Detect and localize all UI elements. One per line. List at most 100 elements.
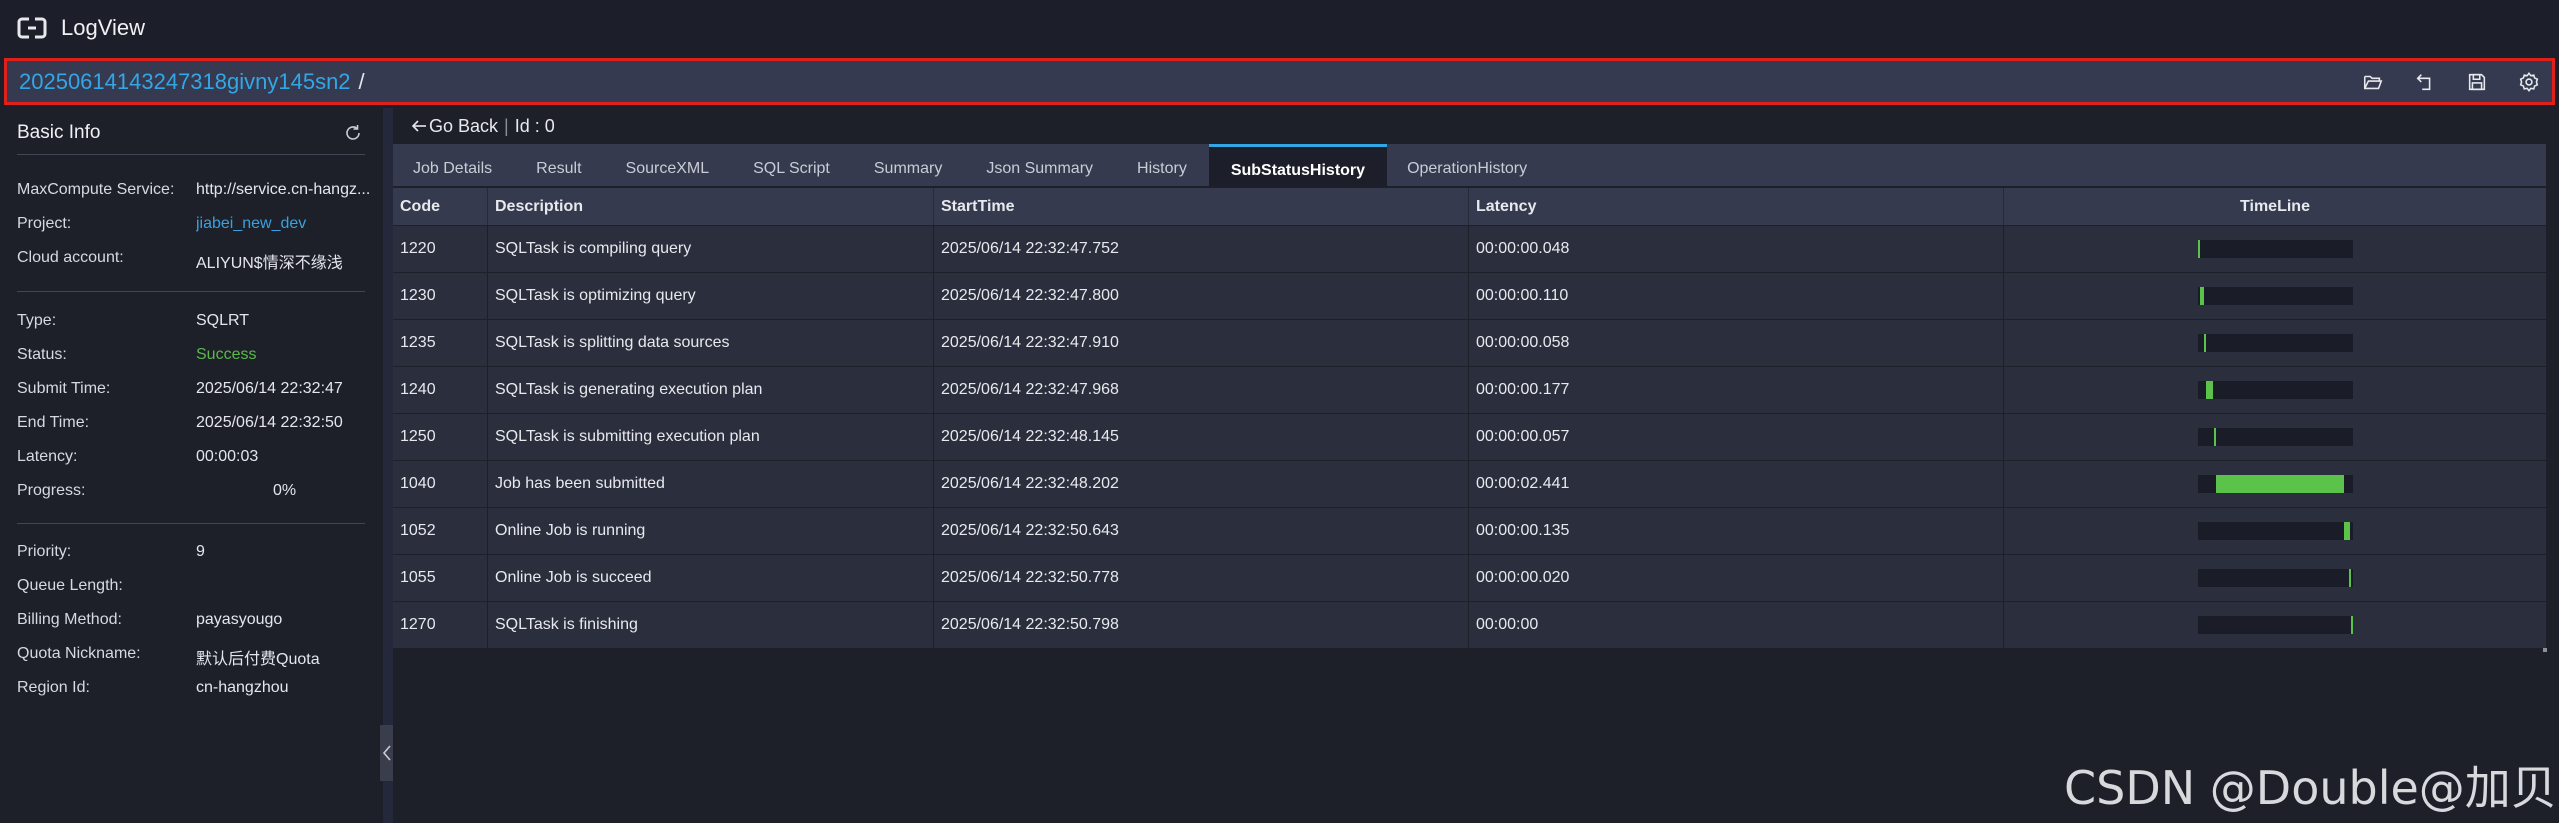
- cell-description: SQLTask is compiling query: [488, 226, 934, 272]
- cell-timeline: [2004, 602, 2546, 648]
- timeline-bar: [2348, 569, 2351, 587]
- info-field-value: 2025/06/14 22:32:47: [196, 380, 343, 397]
- info-field: Region Id: cn-hangzhou: [17, 679, 367, 701]
- save-icon: [2468, 73, 2486, 90]
- info-field: Status: Success: [17, 346, 367, 368]
- basic-info-panel: Basic Info MaxCompute Service: http://ser…: [0, 108, 380, 823]
- info-field-label: Latency:: [17, 448, 78, 465]
- return-icon: [2416, 73, 2431, 90]
- cell-description: SQLTask is optimizing query: [488, 273, 934, 319]
- timeline-bar: [2215, 475, 2344, 493]
- timeline-bar: [2199, 287, 2204, 305]
- chevron-left-icon: [382, 745, 391, 761]
- cell-timeline: [2004, 226, 2546, 272]
- table-resize-handle[interactable]: [2543, 648, 2547, 652]
- go-back-button[interactable]: Go Back: [411, 116, 498, 137]
- info-field: Quota Nickname: 默认后付费Quota: [17, 645, 367, 668]
- go-back-label: Go Back: [429, 115, 499, 136]
- collapse-sidebar-button[interactable]: [380, 725, 393, 781]
- refresh-icon[interactable]: [343, 123, 363, 143]
- cell-start: 2025/06/14 22:32:48.202: [934, 461, 1469, 507]
- table-body: 1220 SQLTask is compiling query 2025/06/14…: [393, 225, 2546, 648]
- info-field-value: 00:00:03: [196, 448, 259, 465]
- table-row: 1230 SQLTask is optimizing query 2025/06/1…: [393, 272, 2546, 319]
- timeline-track: [2197, 522, 2353, 540]
- cell-description: Online Job is succeed: [488, 555, 934, 601]
- cell-latency: 00:00:00.135: [1469, 508, 2004, 554]
- cell-timeline: [2004, 461, 2546, 507]
- cell-latency: 00:00:00.020: [1469, 555, 2004, 601]
- cell-start: 2025/06/14 22:32:47.752: [934, 226, 1469, 272]
- tab-history[interactable]: History: [1115, 144, 1209, 186]
- info-field-value: Success: [196, 346, 257, 363]
- arrow-left-icon: [411, 120, 426, 132]
- cell-code: 1235: [393, 320, 488, 366]
- cell-description: Online Job is running: [488, 508, 934, 554]
- column-header-starttime: StartTime: [934, 188, 1469, 225]
- info-field-label: Cloud account:: [17, 249, 124, 266]
- save-button[interactable]: [2464, 69, 2490, 95]
- info-field-label: Submit Time:: [17, 380, 111, 397]
- return-button[interactable]: [2412, 69, 2438, 95]
- timeline-track: [2197, 616, 2353, 634]
- info-field-label: Queue Length:: [17, 577, 123, 594]
- info-field: Submit Time: 2025/06/14 22:32:47: [17, 380, 367, 402]
- tab-substatushistory[interactable]: SubStatusHistory: [1208, 144, 1388, 186]
- sidebar-divider: [17, 523, 365, 524]
- cell-description: Job has been submitted: [488, 461, 934, 507]
- info-field: MaxCompute Service: http://service.cn-han…: [17, 181, 370, 203]
- cell-timeline: [2004, 320, 2546, 366]
- cell-latency: 00:00:00.177: [1469, 367, 2004, 413]
- cell-code: 1230: [393, 273, 488, 319]
- timeline-bar: [2213, 428, 2216, 446]
- info-field-label: Quota Nickname:: [17, 645, 141, 662]
- go-back-bar: Go Back | Id : 0: [411, 112, 555, 140]
- info-field-value: 0%: [273, 482, 297, 499]
- info-field-value[interactable]: jiabei_new_dev: [196, 215, 306, 233]
- table-row: 1052 Online Job is running 2025/06/14 22:3…: [393, 507, 2546, 554]
- column-header-latency: Latency: [1469, 188, 2004, 225]
- open-button[interactable]: [2360, 69, 2386, 95]
- cell-latency: 00:00:00.057: [1469, 414, 2004, 460]
- cell-start: 2025/06/14 22:32:47.910: [934, 320, 1469, 366]
- info-field-value: 2025/06/14 22:32:50: [196, 414, 343, 431]
- table-row: 1270 SQLTask is finishing 2025/06/14 22:32…: [393, 601, 2546, 648]
- tab-operationhistory[interactable]: OperationHistory: [1387, 144, 1547, 186]
- settings-button[interactable]: [2516, 69, 2542, 95]
- column-header-timeline: TimeLine: [2240, 197, 2310, 215]
- cell-latency: 00:00:02.441: [1469, 461, 2004, 507]
- column-header-description: Description: [488, 188, 934, 225]
- info-field-value: payasyougo: [196, 611, 283, 628]
- cell-latency: 00:00:00: [1469, 602, 2004, 648]
- tab-json-summary[interactable]: Json Summary: [964, 144, 1115, 186]
- cell-description: SQLTask is finishing: [488, 602, 934, 648]
- timeline-track: [2197, 475, 2353, 493]
- info-field: End Time: 2025/06/14 22:32:50: [17, 414, 367, 436]
- path-separator: /: [358, 68, 365, 94]
- toolbar: [2334, 61, 2552, 102]
- cell-description: SQLTask is generating execution plan: [488, 367, 934, 413]
- cell-start: 2025/06/14 22:32:48.145: [934, 414, 1469, 460]
- tab-job-details[interactable]: Job Details: [393, 144, 514, 186]
- info-field: Priority: 9: [17, 543, 367, 565]
- info-field: Type: SQLRT: [17, 312, 367, 334]
- app-title: LogView: [61, 15, 145, 40]
- table-row: 1240 SQLTask is generating execution plan…: [393, 366, 2546, 413]
- logview-logo-icon: [17, 17, 47, 39]
- cell-timeline: [2004, 367, 2546, 413]
- info-field: Project: jiabei_new_dev: [17, 215, 367, 237]
- timeline-track: [2197, 240, 2353, 258]
- timeline-bar: [2197, 240, 2200, 258]
- tab-result[interactable]: Result: [514, 144, 603, 186]
- tab-sql-script[interactable]: SQL Script: [731, 144, 852, 186]
- tab-sourcexml[interactable]: SourceXML: [604, 144, 732, 186]
- job-id-link[interactable]: 20250614143247318givny145sn2: [19, 69, 351, 95]
- info-field: Cloud account: ALIYUN$情深不缘浅: [17, 249, 367, 272]
- basic-info-title: Basic Info: [17, 122, 101, 143]
- cell-description: SQLTask is splitting data sources: [488, 320, 934, 366]
- cell-code: 1052: [393, 508, 488, 554]
- table-row: 1250 SQLTask is submitting execution plan…: [393, 413, 2546, 460]
- tab-summary[interactable]: Summary: [852, 144, 964, 186]
- info-field-label: Region Id:: [17, 679, 90, 696]
- timeline-bar: [2205, 381, 2213, 399]
